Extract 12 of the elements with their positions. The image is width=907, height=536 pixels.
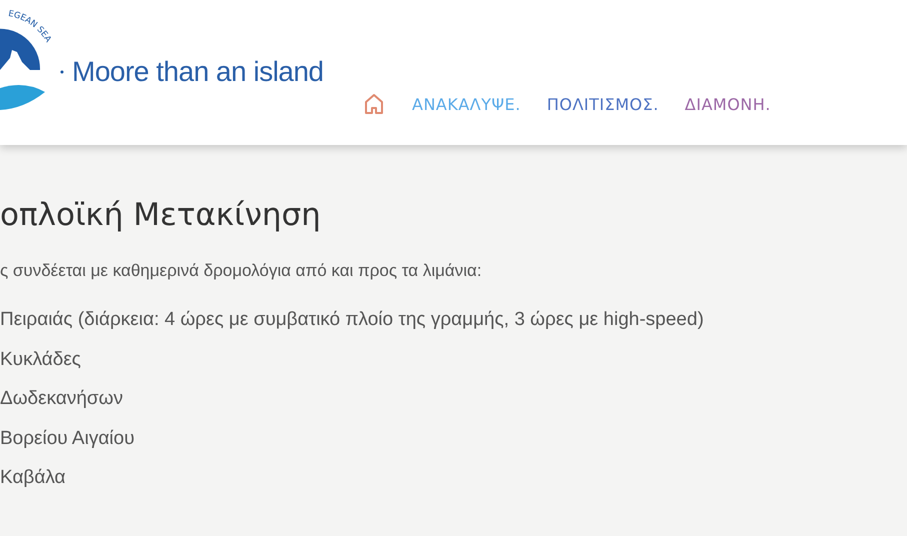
nav-link[interactable]: ΑΝΑΚΑΛΥΨΕ. [412, 94, 521, 114]
nav-link[interactable]: ΔΙΑΜΟΝΗ. [684, 94, 771, 114]
port-item: Καβάλα [0, 467, 67, 490]
home-icon[interactable] [362, 92, 386, 116]
port-item: Κυκλάδες [0, 348, 82, 372]
port-item: Βορείου Αιγαίου [0, 428, 136, 450]
port-item: Δωδεκανήσων [0, 388, 124, 411]
logo-tagline: Moore than an island [72, 56, 324, 88]
port-item: Πειραιάς (διάρκεια: 4 ώρες με συμβατικό πλοίο της γραμμής, 3 ώρες με high-speed) [0, 309, 705, 332]
nav-link[interactable]: ΠΟΛΙΤΙΣΜΟΣ. [546, 94, 659, 114]
intro-text: ς συνδέεται με καθημερινά δρομολόγια από και προς τα λιμάνια: [0, 261, 483, 281]
page-heading: οπλοϊκή Μετακίνηση [0, 197, 322, 233]
